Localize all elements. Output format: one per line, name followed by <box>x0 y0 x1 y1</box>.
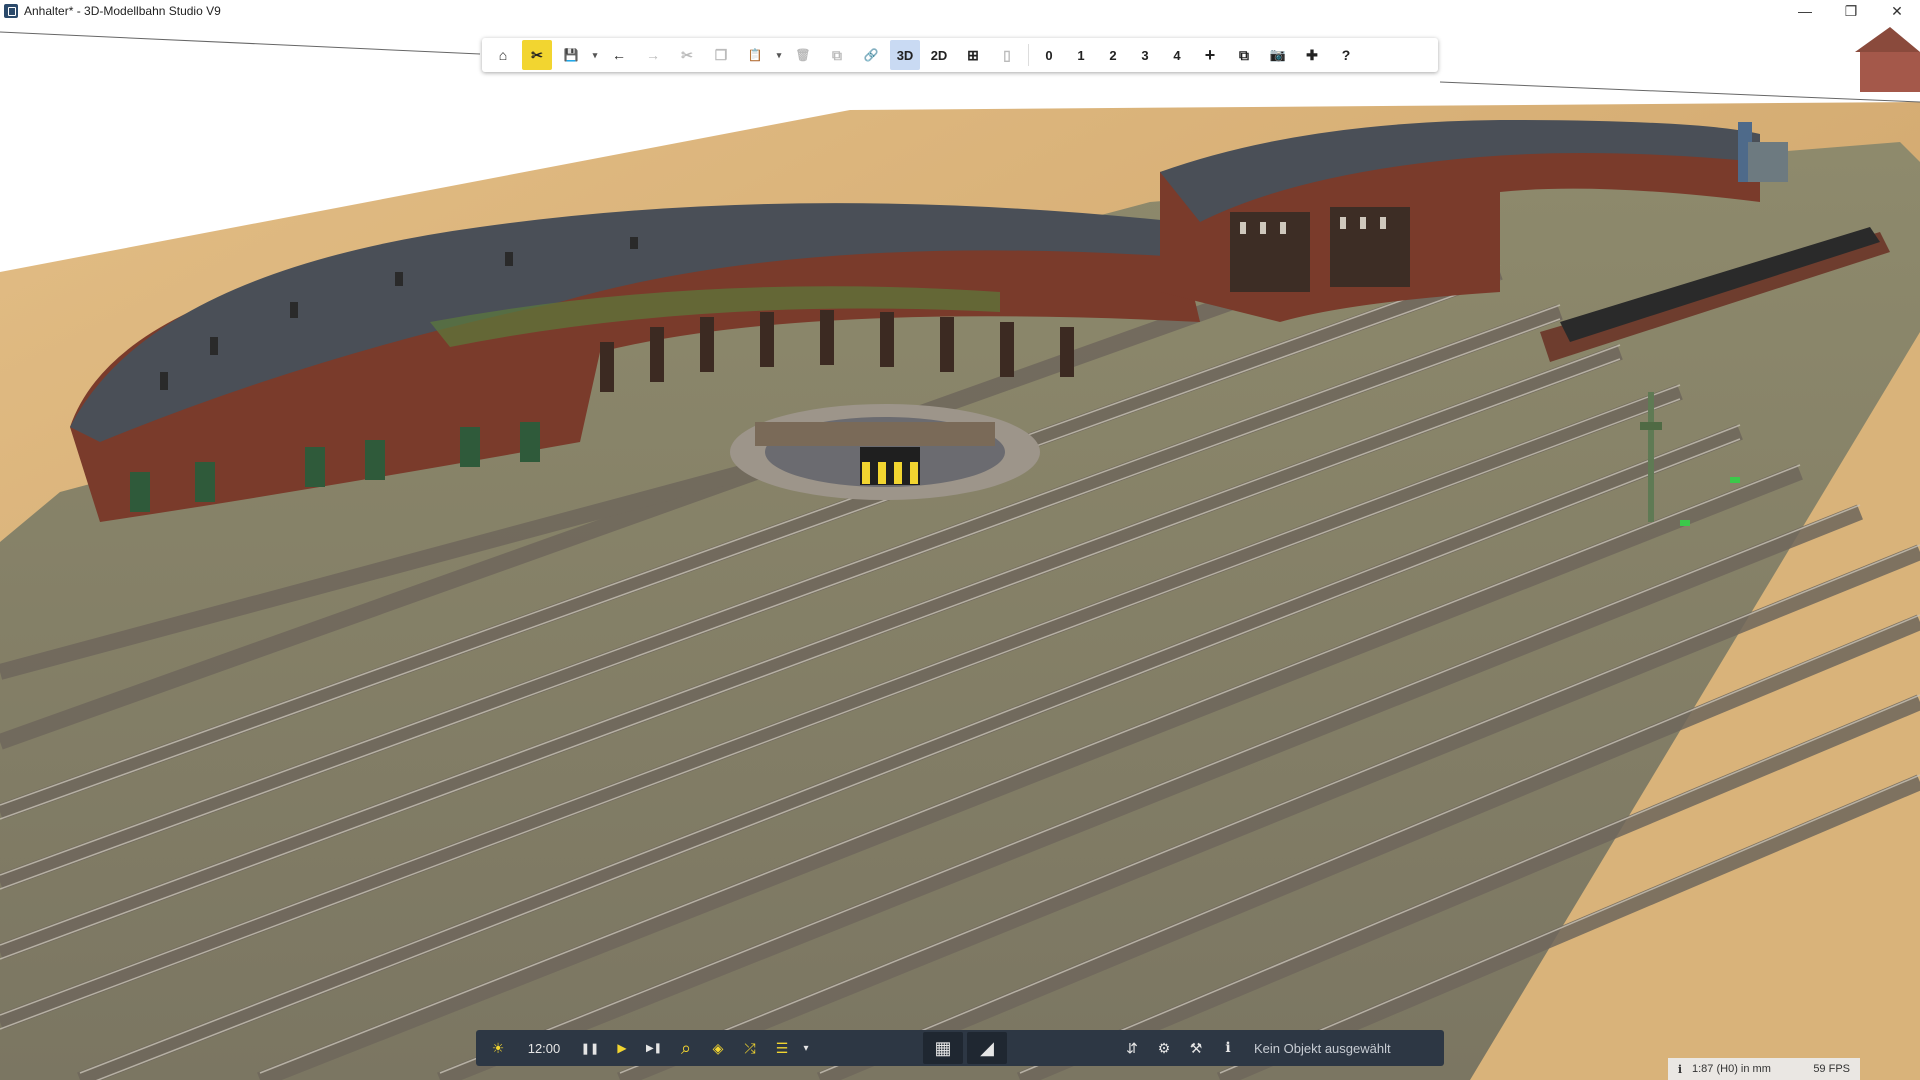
window-icon[interactable]: ⧉ <box>1229 40 1259 70</box>
tool-icon[interactable]: ⚒ <box>1180 1030 1212 1066</box>
layers-icon[interactable]: ◈ <box>702 1030 734 1066</box>
layer-0-button[interactable]: 0 <box>1035 40 1063 70</box>
paste-icon[interactable]: 📋 <box>740 40 770 70</box>
title-bar: Anhalter* - 3D-Modellbahn Studio V9 — ❐ … <box>0 0 1920 22</box>
window-title: Anhalter* - 3D-Modellbahn Studio V9 <box>24 4 221 18</box>
link-icon[interactable]: 🔗 <box>856 40 886 70</box>
turntable <box>730 404 1040 500</box>
save-icon[interactable]: 💾 <box>556 40 586 70</box>
bottom-toolbar: ☀ 12:00 ❚❚ ▶ ▶❚ ⌕ ◈ ⤮ ☰ ▾ ▦ ◢ ⇵ ⚙ ⚒ i Ke… <box>476 1030 1444 1066</box>
search-icon[interactable]: ⌕ <box>670 1030 702 1066</box>
info-icon[interactable]: i <box>1212 1030 1244 1066</box>
view-3d-button[interactable]: 3D <box>890 40 920 70</box>
maximize-button[interactable]: ❐ <box>1828 0 1874 22</box>
sun-icon[interactable]: ☀ <box>482 1030 514 1066</box>
catalog-icon[interactable]: ▦ <box>923 1032 963 1064</box>
app-icon <box>4 4 18 18</box>
close-button[interactable]: ✕ <box>1874 0 1920 22</box>
sliders-icon[interactable]: ⇵ <box>1116 1030 1148 1066</box>
skip-icon[interactable]: ▶❚ <box>638 1030 670 1066</box>
edit-mode-icon[interactable]: ✂ <box>522 40 552 70</box>
add-icon[interactable]: + <box>1195 40 1225 70</box>
train-icon[interactable]: ▯ <box>992 40 1022 70</box>
time-display[interactable]: 12:00 <box>514 1030 574 1066</box>
undo-icon[interactable]: ← <box>604 40 634 70</box>
layer-2-button[interactable]: 2 <box>1099 40 1127 70</box>
play-icon[interactable]: ▶ <box>606 1030 638 1066</box>
grid-icon[interactable]: ⊞ <box>958 40 988 70</box>
selection-status: Kein Objekt ausgewählt <box>1254 1040 1391 1056</box>
shuffle-icon[interactable]: ⤮ <box>734 1030 766 1066</box>
view-2d-button[interactable]: 2D <box>924 40 954 70</box>
main-toolbar: ⌂ ✂ 💾 ▾ ← → ✂ ❐ 📋 ▾ 🗑 ⧉ 🔗 3D 2D ⊞ ▯ 0 1 … <box>482 38 1438 72</box>
save-dropdown-icon[interactable]: ▾ <box>588 40 602 70</box>
info-icon[interactable]: i <box>1668 1063 1692 1076</box>
layer-4-button[interactable]: 4 <box>1163 40 1191 70</box>
group-icon[interactable]: ⧉ <box>822 40 852 70</box>
list-icon[interactable]: ☰ <box>766 1030 798 1066</box>
paste-dropdown-icon[interactable]: ▾ <box>772 40 786 70</box>
camera-icon[interactable]: 📷 <box>1263 40 1293 70</box>
redo-icon[interactable]: → <box>638 40 668 70</box>
copy-icon[interactable]: ❐ <box>706 40 736 70</box>
minimize-button[interactable]: — <box>1782 0 1828 22</box>
toolbar-separator <box>1028 44 1029 66</box>
delete-icon[interactable]: 🗑 <box>788 40 818 70</box>
terrain-icon[interactable]: ◢ <box>967 1032 1007 1064</box>
scale-label: 1:87 (H0) in mm <box>1692 1063 1771 1075</box>
list-dropdown-icon[interactable]: ▾ <box>798 1030 814 1066</box>
help-icon[interactable]: ? <box>1331 40 1361 70</box>
scene-render <box>0 22 1920 1080</box>
3d-viewport[interactable] <box>0 22 1920 1080</box>
plugin-icon[interactable]: ✚ <box>1297 40 1327 70</box>
home-icon[interactable]: ⌂ <box>488 40 518 70</box>
settings-icon[interactable]: ⚙ <box>1148 1030 1180 1066</box>
fps-label: 59 FPS <box>1813 1063 1850 1075</box>
cut-icon[interactable]: ✂ <box>672 40 702 70</box>
layer-3-button[interactable]: 3 <box>1131 40 1159 70</box>
status-box: i 1:87 (H0) in mm 59 FPS <box>1668 1058 1860 1080</box>
layer-1-button[interactable]: 1 <box>1067 40 1095 70</box>
pause-icon[interactable]: ❚❚ <box>574 1030 606 1066</box>
